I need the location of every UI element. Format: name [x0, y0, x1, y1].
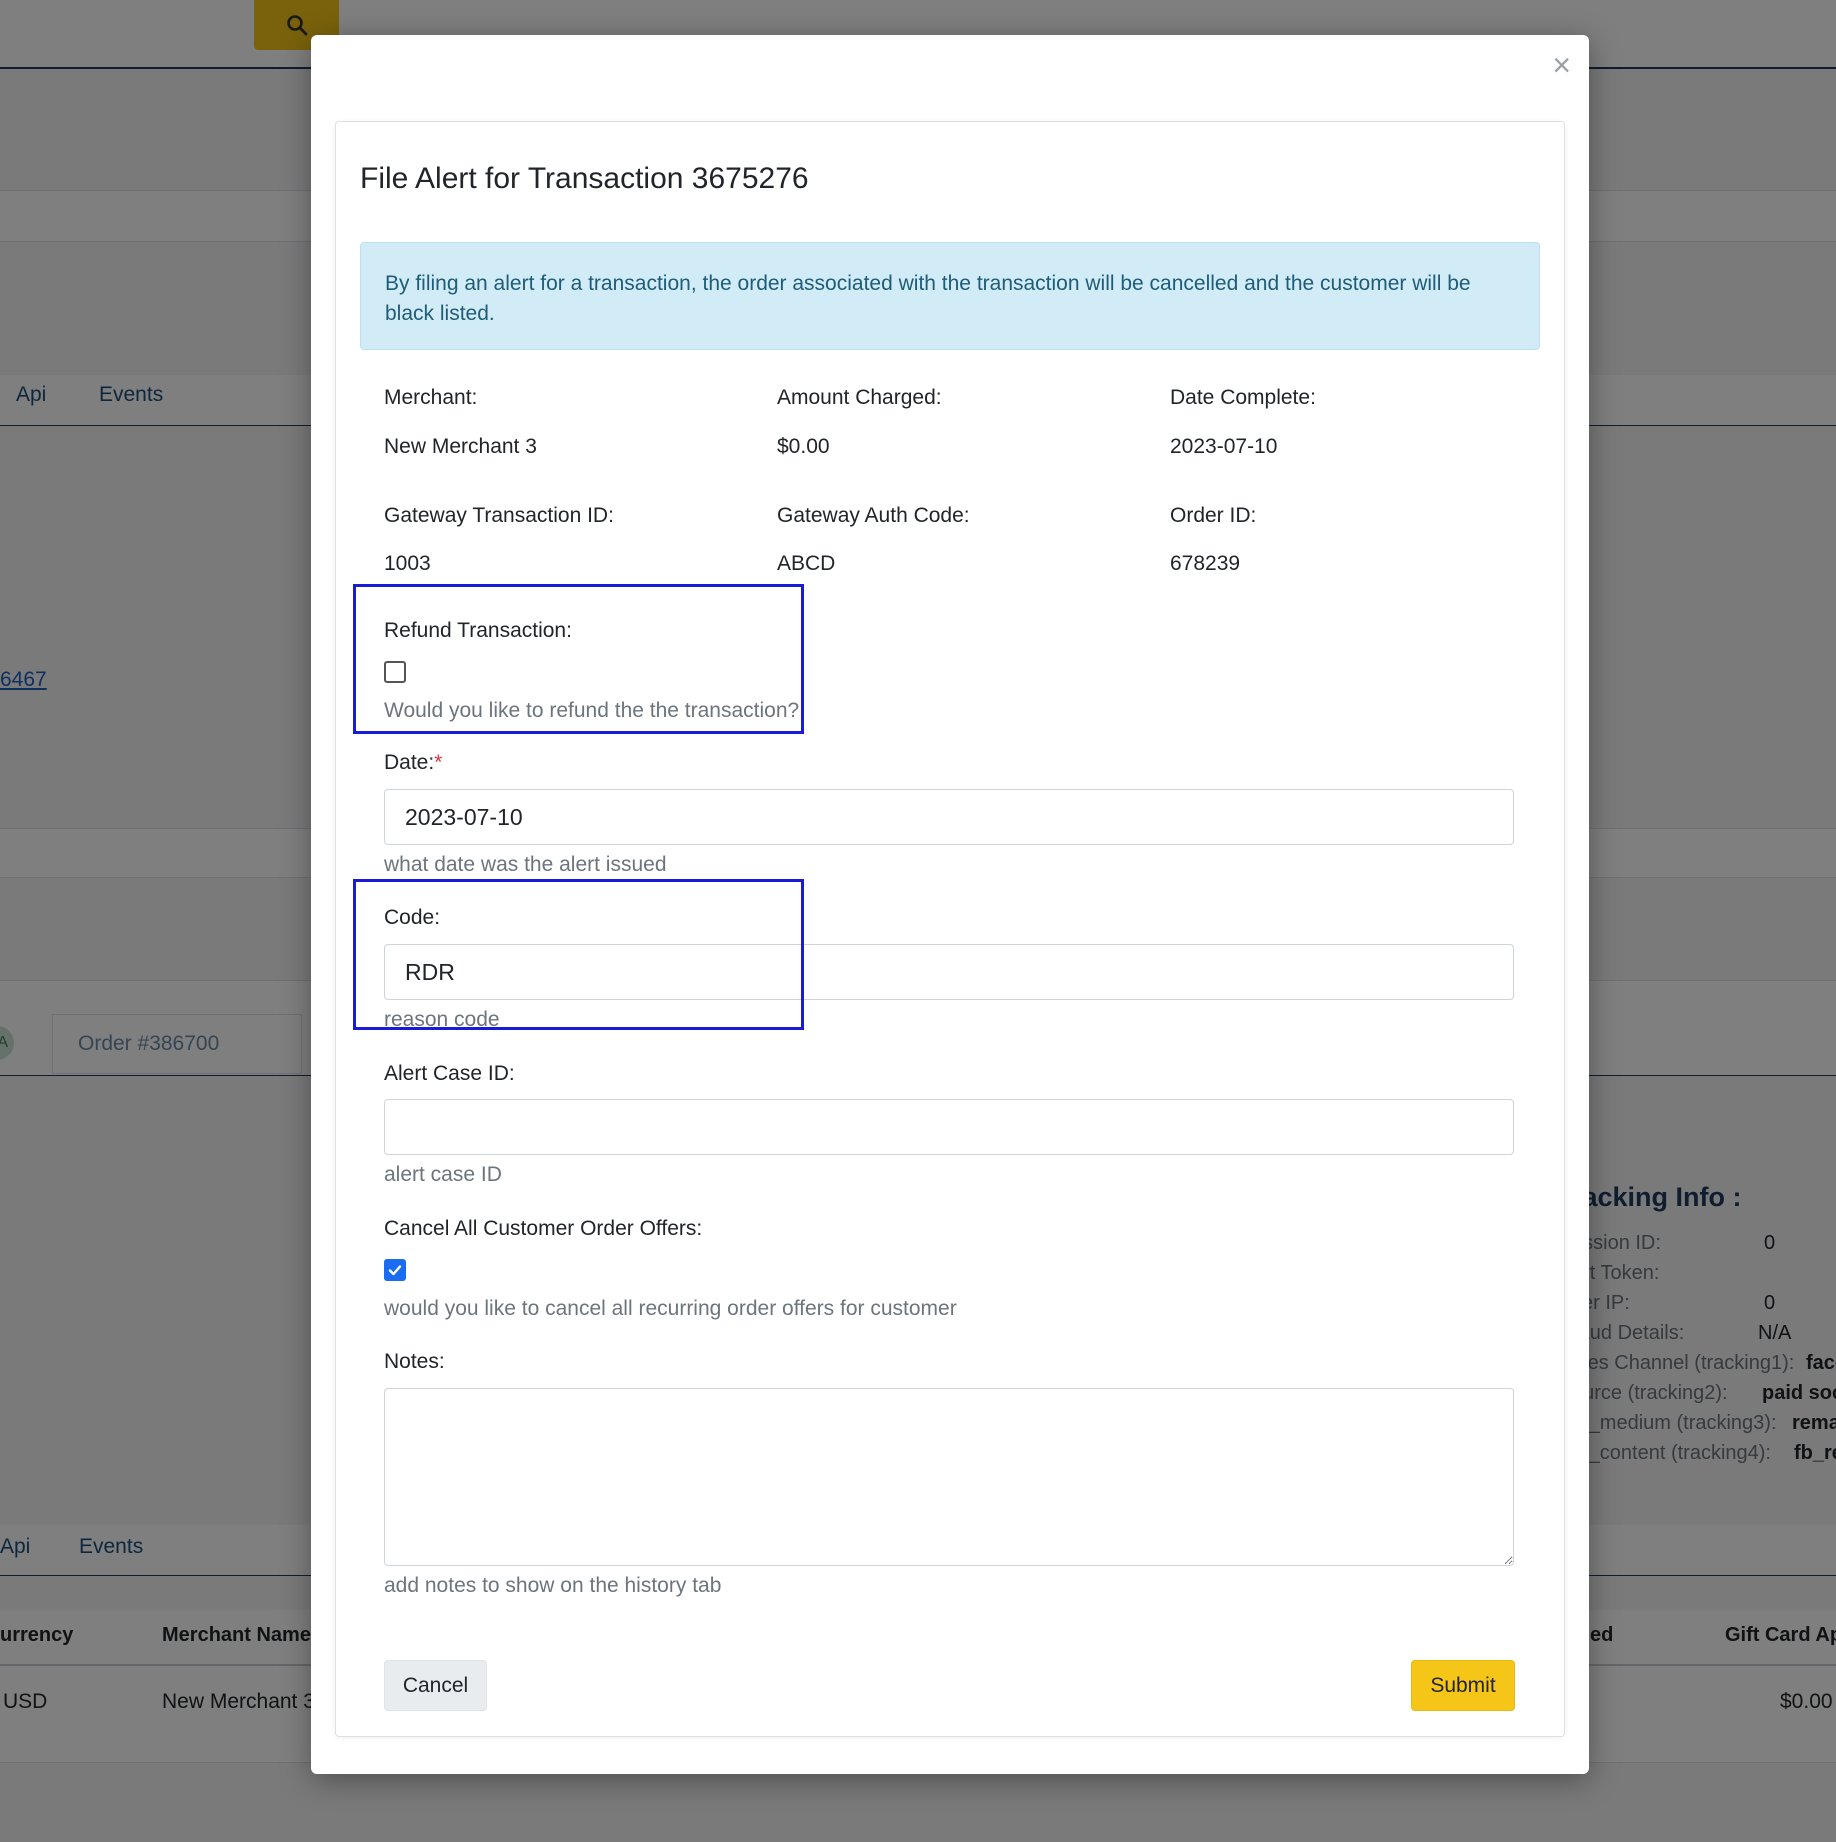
date-help: what date was the alert issued: [384, 853, 667, 876]
code-help: reason code: [384, 1008, 500, 1031]
alert-case-id-help: alert case ID: [384, 1163, 502, 1186]
refund-transaction-help: Would you like to refund the the transac…: [384, 699, 800, 722]
cancel-offers-checkbox[interactable]: [384, 1259, 406, 1281]
date-input[interactable]: [384, 789, 1514, 845]
date-label: Date:*: [384, 751, 442, 775]
date-complete-label: Date Complete:: [1170, 386, 1316, 409]
refund-transaction-checkbox[interactable]: [384, 661, 406, 683]
notes-label: Notes:: [384, 1350, 445, 1373]
gateway-transaction-id-value: 1003: [384, 552, 431, 575]
file-alert-card: File Alert for Transaction 3675276 By fi…: [335, 121, 1565, 1737]
merchant-value: New Merchant 3: [384, 435, 537, 458]
date-label-text: Date:: [384, 751, 435, 774]
order-id-label: Order ID:: [1170, 504, 1257, 527]
info-alert: By filing an alert for a transaction, th…: [360, 242, 1540, 350]
date-complete-value: 2023-07-10: [1170, 435, 1278, 458]
cancel-offers-label: Cancel All Customer Order Offers:: [384, 1217, 703, 1240]
alert-case-id-label: Alert Case ID:: [384, 1062, 515, 1085]
submit-button[interactable]: Submit: [1411, 1660, 1515, 1711]
cancel-offers-help: would you like to cancel all recurring o…: [384, 1297, 957, 1320]
merchant-label: Merchant:: [384, 386, 478, 409]
notes-help: add notes to show on the history tab: [384, 1574, 722, 1597]
close-icon[interactable]: ×: [1552, 49, 1571, 81]
info-alert-text: By filing an alert for a transaction, th…: [385, 272, 1471, 325]
amount-charged-value: $0.00: [777, 435, 830, 458]
notes-textarea[interactable]: [384, 1388, 1514, 1566]
order-id-value: 678239: [1170, 552, 1241, 575]
amount-charged-label: Amount Charged:: [777, 386, 942, 409]
code-label: Code:: [384, 906, 441, 929]
file-alert-modal: × File Alert for Transaction 3675276 By …: [311, 35, 1589, 1774]
required-mark: *: [434, 751, 443, 774]
gateway-transaction-id-label: Gateway Transaction ID:: [384, 504, 614, 527]
alert-case-id-input[interactable]: [384, 1099, 1514, 1155]
modal-title: File Alert for Transaction 3675276: [360, 162, 809, 195]
gateway-auth-code-label: Gateway Auth Code:: [777, 504, 970, 527]
gateway-auth-code-value: ABCD: [777, 552, 836, 575]
code-input[interactable]: [384, 944, 1514, 1000]
check-icon: [388, 1265, 402, 1276]
cancel-button[interactable]: Cancel: [384, 1660, 487, 1711]
refund-transaction-label: Refund Transaction:: [384, 619, 572, 642]
